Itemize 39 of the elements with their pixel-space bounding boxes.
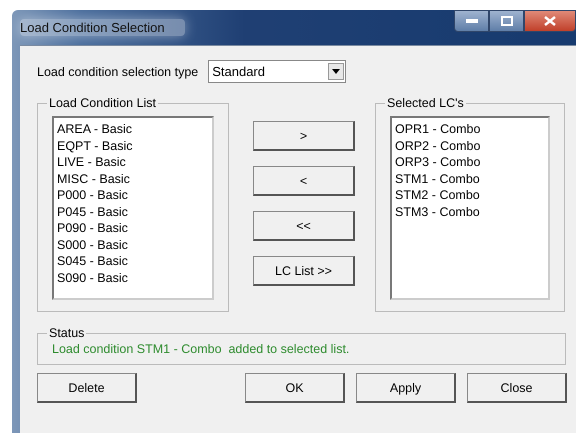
list-item[interactable]: MISC - Basic (57, 170, 209, 187)
status-message: Load condition STM1 - Combo added to selected list. (52, 342, 350, 356)
list-item[interactable]: S090 - Basic (57, 270, 209, 286)
minimize-button[interactable] (454, 10, 489, 32)
list-item[interactable]: S000 - Basic (57, 236, 209, 253)
minimize-icon (466, 19, 478, 23)
list-item[interactable]: EQPT - Basic (57, 138, 209, 154)
list-item[interactable]: STM1 - Combo (395, 170, 545, 187)
list-item[interactable]: AREA - Basic (57, 121, 209, 138)
close-icon (544, 16, 556, 26)
window-title: Load Condition Selection (20, 19, 185, 36)
dialog-button[interactable]: Close (467, 373, 567, 403)
list-box[interactable]: OPR1 - Combo ORP2 - Combo ORP3 - Combo STM1 - Combo STM2 - Combo STM3 - Combo (390, 116, 550, 300)
group-title: Selected LC's (386, 96, 465, 110)
list-item[interactable]: OPR1 - Combo (395, 121, 545, 138)
list-item[interactable]: P045 - Basic (57, 204, 209, 220)
dialog-button[interactable]: << (253, 211, 355, 241)
maximize-icon (500, 16, 512, 26)
list-item[interactable]: STM2 - Combo (395, 187, 545, 204)
field-label: Load condition selection type (37, 64, 198, 78)
group-title: Status (48, 326, 86, 340)
list-item[interactable]: P090 - Basic (57, 220, 209, 236)
list-item[interactable]: P000 - Basic (57, 187, 209, 204)
dialog-button[interactable]: LC List >> (253, 256, 355, 286)
dialog-button[interactable]: Delete (37, 373, 137, 403)
list-item[interactable]: STM3 - Combo (395, 204, 545, 220)
list-item[interactable]: ORP2 - Combo (395, 138, 545, 154)
selection-type-dropdown[interactable]: Standard (208, 60, 346, 83)
list-item[interactable]: LIVE - Basic (57, 154, 209, 170)
close-button[interactable] (524, 10, 576, 32)
dialog-button[interactable]: Apply (356, 373, 456, 403)
maximize-button[interactable] (489, 10, 524, 32)
list-item[interactable]: ORP3 - Combo (395, 154, 545, 170)
list-box[interactable]: AREA - Basic EQPT - Basic LIVE - Basic MISC - Basic P000 - Basic P045 - Basic P090 - Basic S000 - Basic S045 - Basic S090 - Basic (52, 116, 214, 300)
group-title: Load Condition List (48, 96, 158, 110)
dialog-button[interactable]: OK (245, 373, 345, 403)
list-item[interactable]: S045 - Basic (57, 253, 209, 270)
dialog-button[interactable]: < (253, 166, 355, 196)
dialog-button[interactable]: > (253, 121, 355, 151)
